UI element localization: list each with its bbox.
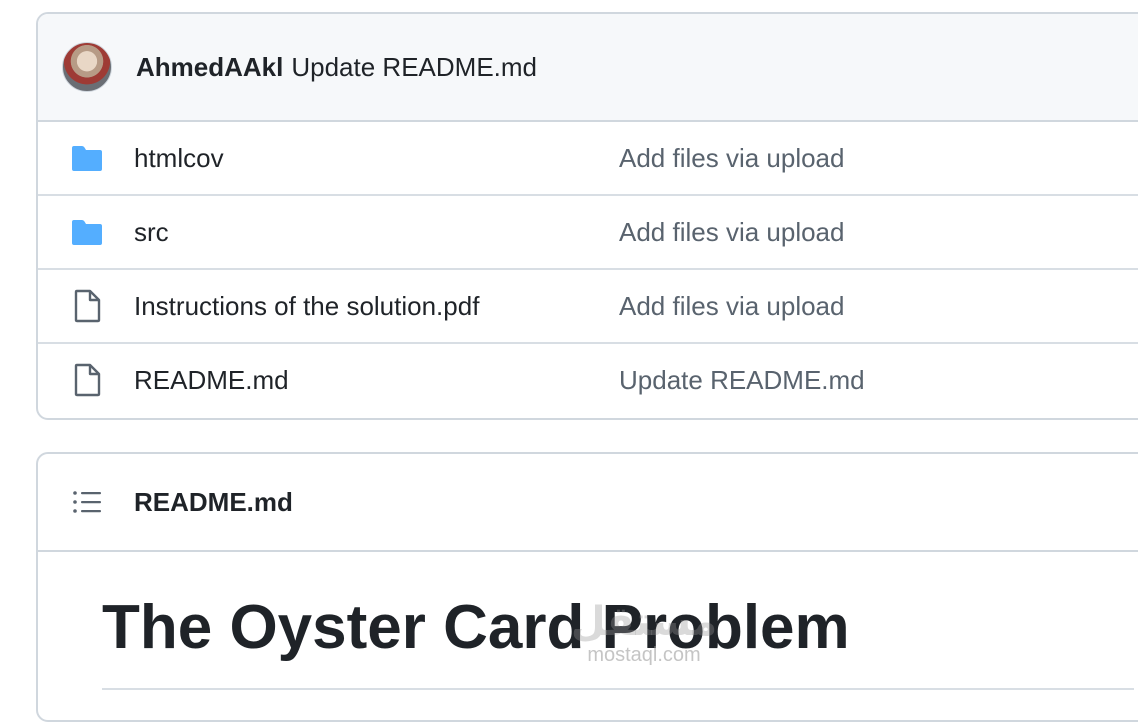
readme-filename[interactable]: README.md [134,487,293,518]
readme-heading: The Oyster Card Problem مستقل mostaql.co… [102,592,1134,690]
file-name-link[interactable]: src [134,217,619,248]
latest-commit-bar: AhmedAAkl Update README.md [38,14,1138,122]
file-name-link[interactable]: README.md [134,365,619,396]
file-name-link[interactable]: Instructions of the solution.pdf [134,291,619,322]
readme-content: The Oyster Card Problem مستقل mostaql.co… [38,592,1138,690]
file-row[interactable]: htmlcov Add files via upload [38,122,1138,194]
file-commit-link[interactable]: Add files via upload [619,143,844,174]
folder-icon [70,141,104,175]
repo-files-box: AhmedAAkl Update README.md htmlcov Add f… [36,12,1138,420]
commit-author-link[interactable]: AhmedAAkl [136,52,283,83]
file-row[interactable]: Instructions of the solution.pdf Add fil… [38,268,1138,342]
list-icon[interactable] [70,485,104,519]
file-commit-link[interactable]: Update README.md [619,365,865,396]
file-icon [70,363,104,397]
readme-header: README.md [38,454,1138,552]
readme-heading-text: The Oyster Card Problem [102,593,850,662]
file-commit-link[interactable]: Add files via upload [619,217,844,248]
commit-message-link[interactable]: Update README.md [291,52,537,83]
file-row[interactable]: src Add files via upload [38,194,1138,268]
readme-box: README.md The Oyster Card Problem مستقل … [36,452,1138,722]
file-row[interactable]: README.md Update README.md [38,342,1138,416]
folder-icon [70,215,104,249]
file-commit-link[interactable]: Add files via upload [619,291,844,322]
avatar[interactable] [62,42,112,92]
file-icon [70,289,104,323]
file-name-link[interactable]: htmlcov [134,143,619,174]
